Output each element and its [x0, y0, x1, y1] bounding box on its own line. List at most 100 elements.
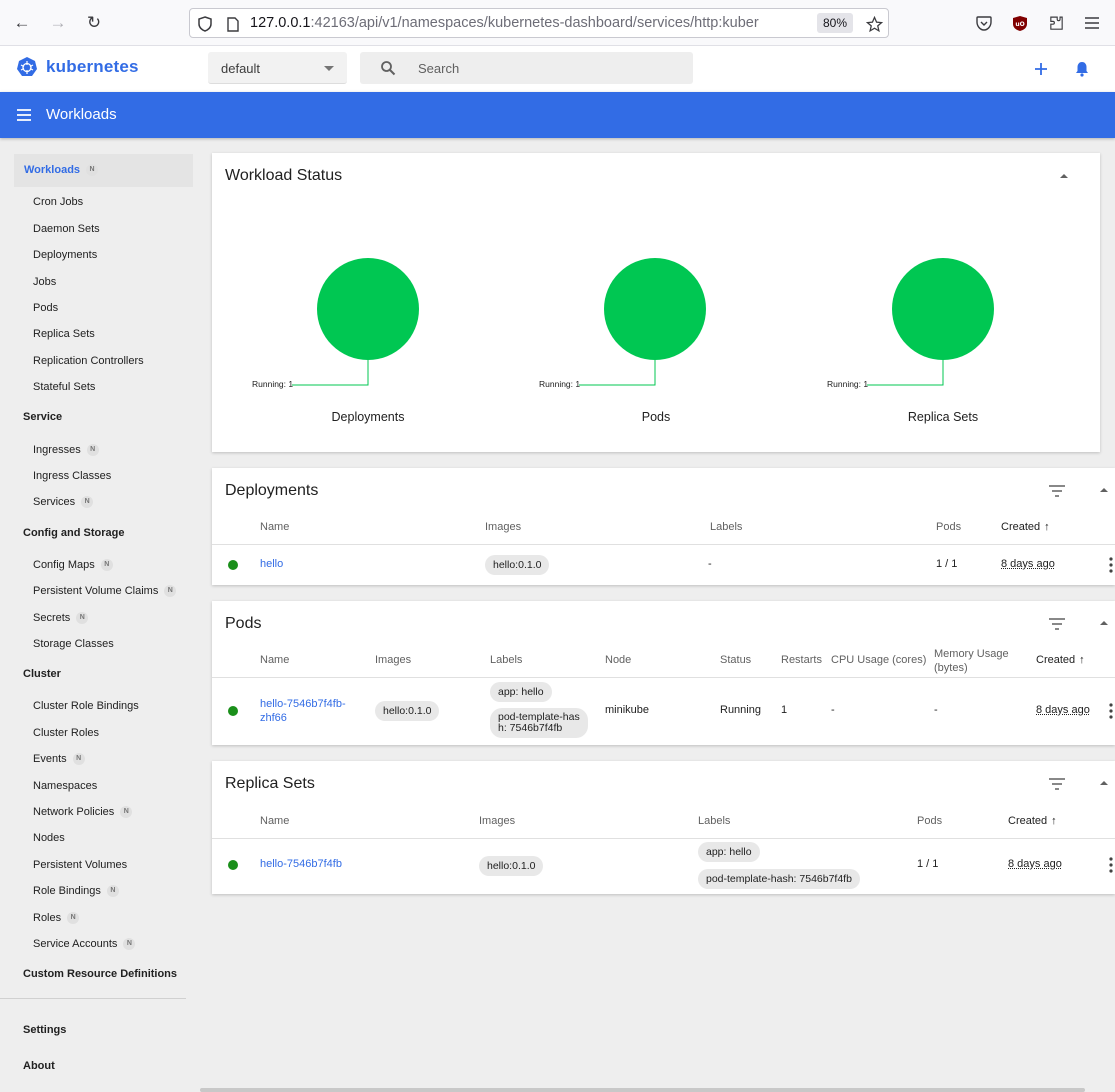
sidebar-section-cluster[interactable]: Cluster: [23, 668, 61, 680]
sidebar-item-persistent-volume-claims[interactable]: Persistent Volume Claims N: [33, 583, 177, 599]
shield-icon[interactable]: [196, 15, 214, 33]
zoom-level[interactable]: 80%: [817, 13, 853, 33]
forward-icon[interactable]: →: [47, 12, 69, 34]
sidebar-item-replication-controllers[interactable]: Replication Controllers: [33, 353, 144, 369]
created-value: 8 days ago: [1036, 704, 1090, 716]
chevron-down-icon: [324, 66, 334, 71]
column-header-name[interactable]: Name: [260, 521, 289, 533]
filter-icon[interactable]: [1048, 484, 1066, 498]
svg-text:uO: uO: [1015, 21, 1024, 28]
pocket-icon[interactable]: [973, 12, 995, 34]
sidebar-item-ingress-classes[interactable]: Ingress Classes: [33, 468, 111, 484]
status-running-icon: [228, 560, 238, 570]
hamburger-menu-icon[interactable]: [16, 108, 32, 122]
column-header-created[interactable]: Created ↑: [1036, 654, 1085, 666]
sidebar-item-cron-jobs[interactable]: Cron Jobs: [33, 194, 83, 210]
address-bar[interactable]: 127.0.0.1:42163/api/v1/namespaces/kubern…: [189, 8, 889, 38]
replica-set-name-link[interactable]: hello-7546b7f4fb: [260, 858, 342, 870]
sidebar-item-config-maps[interactable]: Config Maps N: [33, 557, 113, 573]
new-badge: N: [67, 912, 80, 925]
sidebar-item-cluster-roles[interactable]: Cluster Roles: [33, 725, 99, 741]
collapse-caret-icon[interactable]: [1100, 488, 1108, 492]
workload-status-card: Workload Status Running: 1 Deployments R…: [212, 153, 1100, 452]
ublock-icon[interactable]: uO: [1009, 12, 1031, 34]
pods-card: Pods Name Images Labels Node Status Rest…: [212, 601, 1115, 745]
back-icon[interactable]: ←: [11, 12, 33, 34]
deployment-name-link[interactable]: hello: [260, 558, 283, 570]
collapse-caret-icon[interactable]: [1060, 174, 1068, 178]
column-header-name[interactable]: Name: [260, 815, 289, 827]
bookmark-star-icon[interactable]: [865, 15, 883, 33]
collapse-caret-icon[interactable]: [1100, 621, 1108, 625]
sidebar-item-daemon-sets[interactable]: Daemon Sets: [33, 221, 100, 237]
sidebar-item-deployments[interactable]: Deployments: [33, 247, 97, 263]
sidebar-item-stateful-sets[interactable]: Stateful Sets: [33, 379, 95, 395]
sidebar-item-role-bindings[interactable]: Role Bindings N: [33, 883, 119, 899]
sidebar-item-cluster-role-bindings[interactable]: Cluster Role Bindings: [33, 698, 139, 714]
filter-icon[interactable]: [1048, 777, 1066, 791]
search-container[interactable]: [360, 52, 693, 84]
image-chip: hello:0.1.0: [479, 856, 544, 876]
search-input[interactable]: [418, 59, 678, 77]
sidebar-item-secrets[interactable]: Secrets N: [33, 610, 89, 626]
label-chip: app: hello: [490, 682, 552, 702]
sidebar-section-config-storage[interactable]: Config and Storage: [23, 527, 124, 539]
sidebar-item-namespaces[interactable]: Namespaces: [33, 778, 97, 794]
reload-icon[interactable]: ↻: [83, 12, 105, 34]
collapse-caret-icon[interactable]: [1100, 781, 1108, 785]
sidebar-item-crd[interactable]: Custom Resource Definitions: [23, 968, 177, 980]
extensions-icon[interactable]: [1045, 12, 1067, 34]
status-value: Running: [720, 704, 761, 716]
new-badge: N: [81, 496, 94, 509]
sidebar-item-persistent-volumes[interactable]: Persistent Volumes: [33, 857, 127, 873]
sidebar-item-settings[interactable]: Settings: [23, 1024, 66, 1036]
brand-name: kubernetes: [46, 57, 139, 76]
new-badge: N: [120, 806, 133, 819]
notifications-bell-icon[interactable]: [1071, 58, 1093, 80]
more-vert-icon[interactable]: [1109, 703, 1113, 719]
sidebar-item-ingresses[interactable]: Ingresses N: [33, 442, 99, 458]
sidebar-item-events[interactable]: Events N: [33, 751, 85, 767]
sort-arrow-up-icon: ↑: [1051, 815, 1057, 827]
column-header-name[interactable]: Name: [260, 654, 289, 666]
sidebar-item-nodes[interactable]: Nodes: [33, 830, 65, 846]
memory-value: -: [934, 704, 938, 716]
horizontal-scrollbar[interactable]: [200, 1088, 1085, 1092]
sidebar-item-replica-sets[interactable]: Replica Sets: [33, 326, 95, 342]
sidebar-item-workloads-label[interactable]: Workloads N: [24, 164, 99, 177]
label-chip: pod-template-hash: 7546b7f4fb: [490, 708, 588, 738]
sidebar-item-network-policies[interactable]: Network Policies N: [33, 804, 133, 820]
running-label: Running: 1: [252, 379, 294, 389]
url-text: 127.0.0.1:42163/api/v1/namespaces/kubern…: [250, 15, 759, 31]
more-vert-icon[interactable]: [1109, 557, 1113, 573]
menu-icon[interactable]: [1081, 12, 1103, 34]
header-divider: [212, 544, 1115, 545]
browser-toolbar: ← → ↻ 127.0.0.1:42163/api/v1/namespaces/…: [0, 0, 1115, 46]
sidebar-item-services[interactable]: Services N: [33, 494, 94, 510]
column-header-restarts: Restarts: [781, 654, 822, 666]
create-plus-icon[interactable]: [1030, 58, 1052, 80]
sidebar-item-roles[interactable]: Roles N: [33, 910, 80, 926]
sidebar-item-about[interactable]: About: [23, 1060, 55, 1072]
restarts-value: 1: [781, 704, 788, 716]
column-header-images: Images: [375, 654, 412, 666]
page-icon[interactable]: [224, 15, 242, 33]
sidebar-item-pods[interactable]: Pods: [33, 300, 58, 316]
kubernetes-logo[interactable]: kubernetes: [16, 56, 139, 78]
more-vert-icon[interactable]: [1109, 857, 1113, 873]
sidebar-section-service[interactable]: Service: [23, 411, 62, 423]
column-header-created[interactable]: Created ↑: [1008, 815, 1057, 827]
replica-sets-card: Replica Sets Name Images Labels Pods Cre…: [212, 761, 1115, 894]
sidebar-item-jobs[interactable]: Jobs: [33, 274, 56, 290]
sidebar-item-storage-classes[interactable]: Storage Classes: [33, 636, 114, 652]
pod-name-link[interactable]: hello-7546b7f4fb-zhf66: [260, 697, 346, 725]
column-header-created[interactable]: Created ↑: [1001, 521, 1050, 533]
namespace-select[interactable]: default: [208, 52, 347, 84]
filter-icon[interactable]: [1048, 617, 1066, 631]
sidebar-item-service-accounts[interactable]: Service Accounts N: [33, 936, 136, 952]
column-header-pods: Pods: [936, 521, 962, 533]
running-slice: [317, 258, 419, 360]
card-title: Replica Sets: [225, 775, 315, 792]
column-header-status: Status: [720, 654, 752, 666]
new-badge: N: [123, 938, 136, 951]
